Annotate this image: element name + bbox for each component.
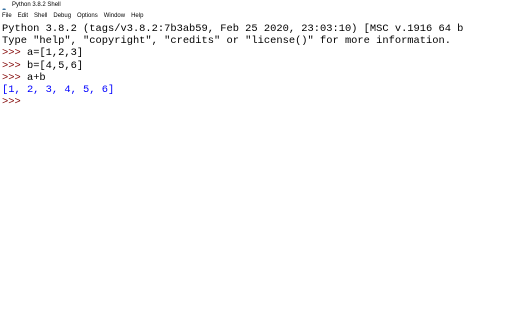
menu-debug[interactable]: Debug [53, 10, 71, 22]
menu-window[interactable]: Window [104, 10, 125, 22]
prompt: >>> [2, 59, 27, 72]
command-text: a=[1,2,3] [26, 47, 84, 60]
window-title: Python 3.8.2 Shell [12, 2, 61, 8]
menu-options[interactable]: Options [77, 10, 98, 22]
python-icon [2, 2, 9, 14]
output-line: [1, 2, 3, 4, 5, 6] [2, 83, 115, 96]
menu-edit[interactable]: Edit [18, 10, 28, 22]
input-line: >>> b=[4,5,6] [0, 60, 512, 72]
prompt: >>> [2, 71, 27, 84]
title-bar[interactable]: Python 3.8.2 Shell [0, 0, 512, 14]
input-line: >>> a+b [0, 72, 512, 84]
menu-help[interactable]: Help [131, 10, 143, 22]
menu-file[interactable]: File [2, 10, 12, 22]
input-line[interactable]: >>> [0, 96, 512, 108]
menu-bar: File Edit Shell Debug Options Window Hel… [0, 10, 512, 22]
prompt: >>> [2, 96, 27, 109]
prompt: >>> [2, 47, 27, 60]
input-line: >>> a=[1,2,3] [0, 47, 512, 59]
banner-line: Python 3.8.2 (tags/v3.8.2:7b3ab59, Feb 2… [2, 23, 464, 35]
command-text: b=[4,5,6] [26, 59, 84, 72]
banner-line: Type "help", "copyright", "credits" or "… [2, 35, 451, 48]
menu-shell[interactable]: Shell [34, 10, 47, 22]
idle-shell-window: Python 3.8.2 Shell File Edit Shell Debug… [0, 0, 512, 325]
command-text: a+b [26, 71, 46, 84]
shell-text-area[interactable]: Python 3.8.2 (tags/v3.8.2:7b3ab59, Feb 2… [0, 23, 512, 325]
